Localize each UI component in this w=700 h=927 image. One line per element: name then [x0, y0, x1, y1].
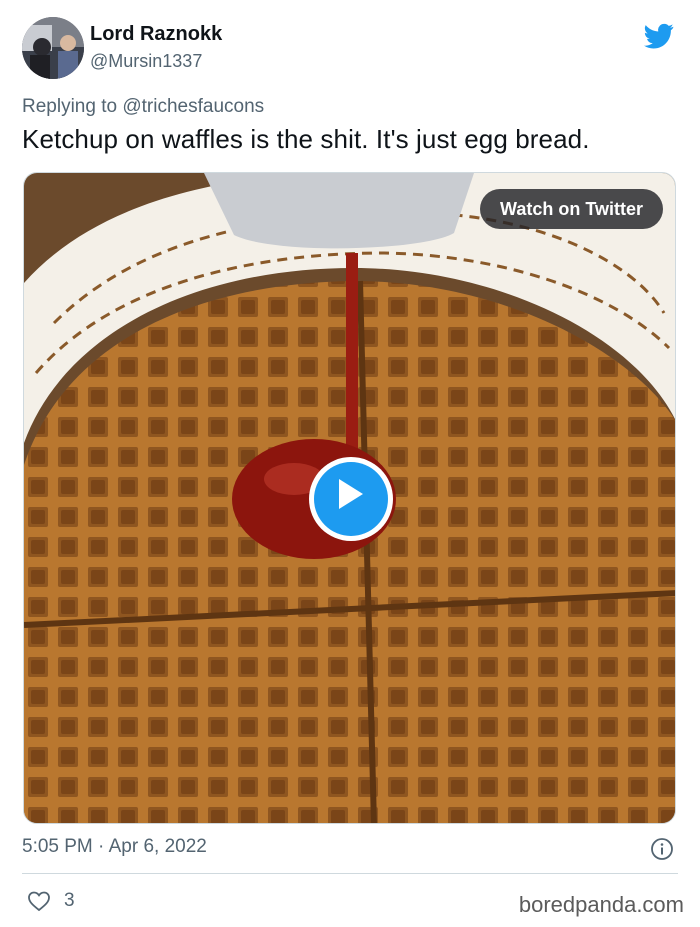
tweet-date: Apr 6, 2022 — [108, 836, 207, 857]
avatar[interactable] — [22, 17, 84, 79]
watermark: boredpanda.com — [518, 892, 684, 917]
twitter-bird-icon[interactable] — [642, 21, 676, 51]
author-name[interactable]: Lord Raznokk — [90, 23, 222, 46]
heart-icon — [28, 891, 50, 912]
watch-on-twitter-button[interactable]: Watch on Twitter — [480, 189, 663, 229]
tweet-timestamp[interactable]: 5:05 PM · Apr 6, 2022 — [22, 836, 207, 858]
reply-prefix: Replying to — [22, 96, 118, 117]
reply-mention[interactable]: @trichesfaucons — [122, 96, 264, 117]
timestamp-separator: · — [98, 836, 105, 857]
play-button[interactable] — [309, 457, 393, 541]
tweet-time: 5:05 PM — [22, 836, 93, 857]
tweet-header: Lord Raznokk @Mursin1337 — [22, 17, 682, 81]
video-player[interactable]: Watch on Twitter — [23, 172, 676, 824]
divider — [22, 873, 678, 874]
play-icon — [339, 479, 363, 509]
tweet-card: Lord Raznokk @Mursin1337 Replying to @tr… — [0, 0, 700, 927]
tweet-text: Ketchup on waffles is the shit. It's jus… — [22, 124, 590, 154]
like-count: 3 — [64, 890, 75, 911]
info-icon[interactable] — [650, 837, 674, 861]
reply-context: Replying to @trichesfaucons — [22, 96, 264, 118]
author-handle[interactable]: @Mursin1337 — [90, 51, 202, 72]
